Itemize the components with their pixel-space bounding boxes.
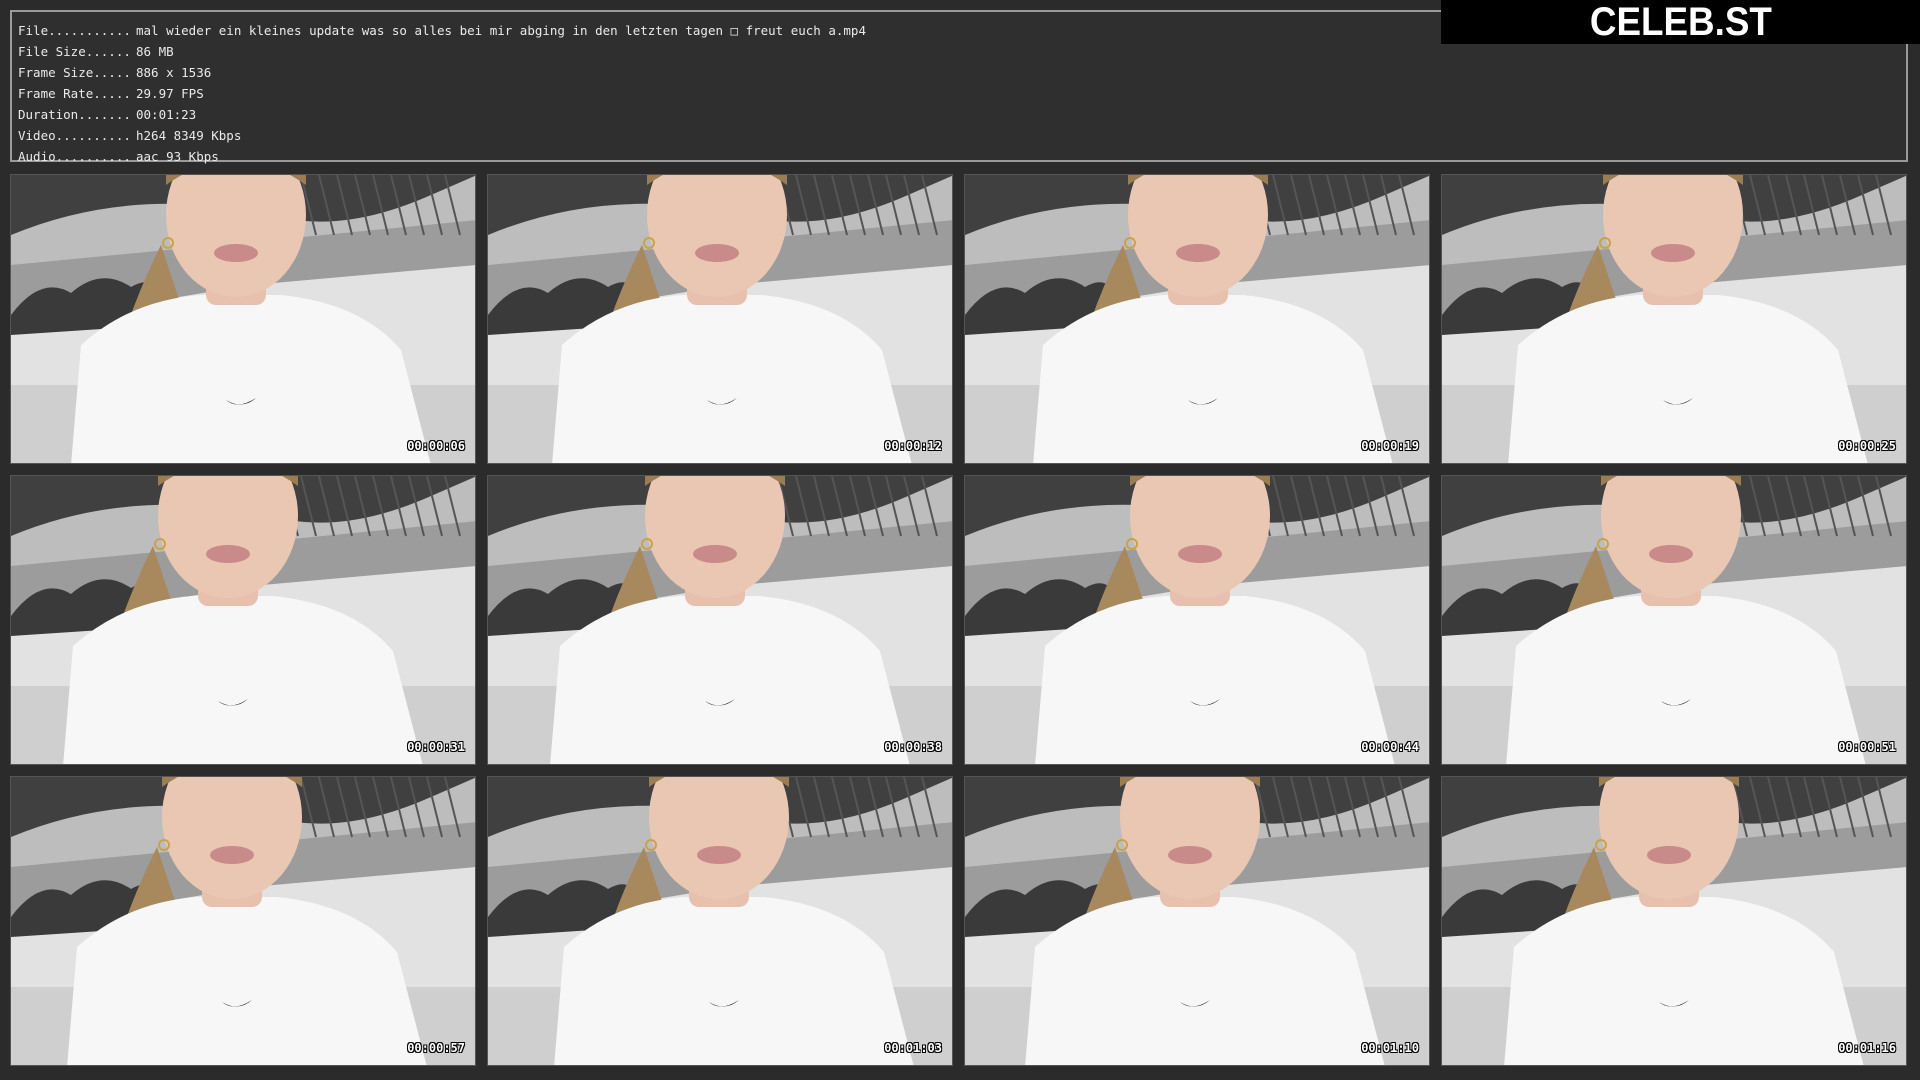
info-key: File Size...... <box>18 44 131 59</box>
frame-image <box>1442 777 1906 1065</box>
frame-image <box>488 777 952 1065</box>
video-thumbnail[interactable]: 00:00:19 <box>964 174 1430 464</box>
info-key: Frame Rate..... <box>18 86 131 101</box>
frame-image <box>1442 476 1906 764</box>
frame-image <box>11 175 475 463</box>
info-row-frame-size: Frame Size..... 886 x 1536 <box>18 62 1900 83</box>
video-thumbnail[interactable]: 00:00:51 <box>1441 475 1907 765</box>
thumbnail-grid: 00:00:06 00:00:12 00:00:19 00:00:25 00:0… <box>10 174 1908 1070</box>
frame-image <box>488 476 952 764</box>
brand-logo-text: CELEB.ST <box>1589 0 1772 44</box>
timestamp: 00:00:38 <box>884 740 942 754</box>
info-key: Audio.......... <box>18 149 131 164</box>
frame-image <box>1442 175 1906 463</box>
info-key: Duration....... <box>18 107 131 122</box>
frame-image <box>488 175 952 463</box>
timestamp: 00:01:10 <box>1361 1041 1419 1055</box>
video-thumbnail[interactable]: 00:01:03 <box>487 776 953 1066</box>
info-key: Frame Size..... <box>18 65 131 80</box>
timestamp: 00:00:44 <box>1361 740 1419 754</box>
video-thumbnail[interactable]: 00:01:16 <box>1441 776 1907 1066</box>
timestamp: 00:00:19 <box>1361 439 1419 453</box>
video-thumbnail[interactable]: 00:00:12 <box>487 174 953 464</box>
info-key: Video.......... <box>18 128 131 143</box>
timestamp: 00:01:03 <box>884 1041 942 1055</box>
info-row-frame-rate: Frame Rate..... 29.97 FPS <box>18 83 1900 104</box>
video-thumbnail[interactable]: 00:00:06 <box>10 174 476 464</box>
info-value: h264 8349 Kbps <box>136 128 242 143</box>
video-thumbnail[interactable]: 00:00:31 <box>10 475 476 765</box>
info-row-duration: Duration....... 00:01:23 <box>18 104 1900 125</box>
info-value: mal wieder ein kleines update was so all… <box>136 23 866 38</box>
frame-image <box>965 476 1429 764</box>
timestamp: 00:00:57 <box>407 1041 465 1055</box>
video-thumbnail[interactable]: 00:00:44 <box>964 475 1430 765</box>
frame-image <box>965 175 1429 463</box>
timestamp: 00:00:31 <box>407 740 465 754</box>
video-thumbnail[interactable]: 00:00:25 <box>1441 174 1907 464</box>
timestamp: 00:00:12 <box>884 439 942 453</box>
timestamp: 00:00:51 <box>1838 740 1896 754</box>
info-key: File........... <box>18 23 131 38</box>
video-thumbnail[interactable]: 00:00:38 <box>487 475 953 765</box>
info-value: 29.97 FPS <box>136 86 204 101</box>
brand-logo: CELEB.ST <box>1441 0 1920 44</box>
timestamp: 00:00:25 <box>1838 439 1896 453</box>
info-value: 00:01:23 <box>136 107 197 122</box>
timestamp: 00:00:06 <box>407 439 465 453</box>
info-value: 886 x 1536 <box>136 65 212 80</box>
video-thumbnail[interactable]: 00:00:57 <box>10 776 476 1066</box>
frame-image <box>965 777 1429 1065</box>
timestamp: 00:01:16 <box>1838 1041 1896 1055</box>
video-thumbnail[interactable]: 00:01:10 <box>964 776 1430 1066</box>
frame-image <box>11 476 475 764</box>
frame-image <box>11 777 475 1065</box>
info-row-audio: Audio.......... aac 93 Kbps <box>18 146 1900 167</box>
info-row-video: Video.......... h264 8349 Kbps <box>18 125 1900 146</box>
info-value: 86 MB <box>136 44 174 59</box>
info-value: aac 93 Kbps <box>136 149 219 164</box>
